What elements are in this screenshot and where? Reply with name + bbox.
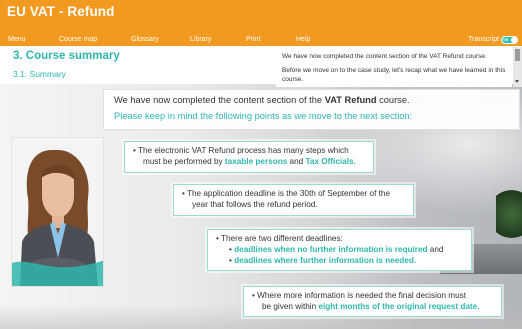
intro-line-1: We have now completed the content sectio…: [114, 95, 509, 105]
transcript-line: Before we move on to the case study, let…: [282, 67, 506, 83]
plant-decoration: [496, 184, 522, 244]
highlight-info-needed-deadline: deadlines where further information is n…: [234, 256, 417, 265]
intro-line-2: Please keep in mind the following points…: [114, 111, 413, 121]
card-line: year that follows the refund period.: [192, 200, 318, 209]
transcript-panel[interactable]: We have now completed the content sectio…: [276, 47, 512, 87]
summary-card-two-deadlines: • There are two different deadlines: • d…: [207, 229, 472, 271]
intro-box: We have now completed the content sectio…: [103, 89, 520, 130]
summary-card-application-deadline: • The application deadline is the 30th o…: [173, 184, 414, 216]
card-subline: • deadlines when no further information …: [229, 245, 444, 254]
toggle-on-label: on: [503, 37, 509, 42]
woman-portrait-image: [12, 138, 103, 286]
menu-item-print[interactable]: Print: [246, 34, 260, 46]
menu-item-glossary[interactable]: Glossary: [131, 34, 159, 46]
highlight-no-info-deadline: deadlines when no further information is…: [234, 245, 428, 254]
transcript-toggle[interactable]: on: [501, 36, 518, 44]
card-text: .: [477, 302, 480, 311]
highlight-eight-months: eight months of the original request dat…: [318, 302, 478, 311]
menu-item-menu[interactable]: Menu: [8, 34, 26, 46]
card-line: be given within eight months of the orig…: [252, 301, 493, 312]
title-bar: EU VAT - Refund Menu Course map Glossary…: [0, 0, 522, 46]
card-text: .: [353, 157, 356, 166]
section-heading: 3. Course summary: [13, 50, 120, 62]
card-line: • The application deadline is the 30th o…: [182, 189, 390, 198]
menu-bar: Menu Course map Glossary Library Print H…: [0, 34, 522, 46]
card-line: • There are two different deadlines:: [216, 234, 343, 243]
summary-card-final-decision: • Where more information is needed the f…: [243, 286, 502, 317]
menu-item-course-map[interactable]: Course map: [59, 34, 97, 46]
card-line: • Where more information is needed the f…: [252, 291, 467, 300]
toggle-knob: [511, 37, 517, 43]
intro-text: We have now completed the content sectio…: [114, 95, 325, 105]
menu-item-library[interactable]: Library: [190, 34, 211, 46]
card-text: and: [287, 157, 306, 166]
card-text: and: [427, 245, 444, 254]
highlight-taxable-persons: taxable persons: [224, 157, 288, 166]
section-subheading: 3.1. Summary: [13, 69, 66, 79]
scroll-down-arrow-icon[interactable]: [515, 80, 519, 83]
summary-card-process-steps: • The electronic VAT Refund process has …: [124, 141, 374, 173]
intro-text-end: course.: [376, 95, 410, 105]
highlight-tax-officials: Tax Officials: [305, 157, 354, 166]
card-text: must be performed by: [143, 157, 225, 166]
transcript-line: We have now completed the content sectio…: [282, 53, 487, 60]
transcript-label: Transcript: [468, 36, 499, 43]
presenter-portrait: [11, 137, 104, 287]
transcript-scrollbar[interactable]: [513, 47, 522, 87]
card-text: be given within: [262, 302, 319, 311]
card-line: must be performed by taxable persons and…: [133, 156, 365, 167]
menu-item-help[interactable]: Help: [296, 34, 310, 46]
scrollbar-thumb[interactable]: [515, 49, 520, 61]
card-line: • The electronic VAT Refund process has …: [133, 146, 349, 155]
intro-course-name: VAT Refund: [324, 95, 377, 105]
app-title: EU VAT - Refund: [7, 4, 115, 19]
card-subline: • deadlines where further information is…: [229, 256, 417, 265]
